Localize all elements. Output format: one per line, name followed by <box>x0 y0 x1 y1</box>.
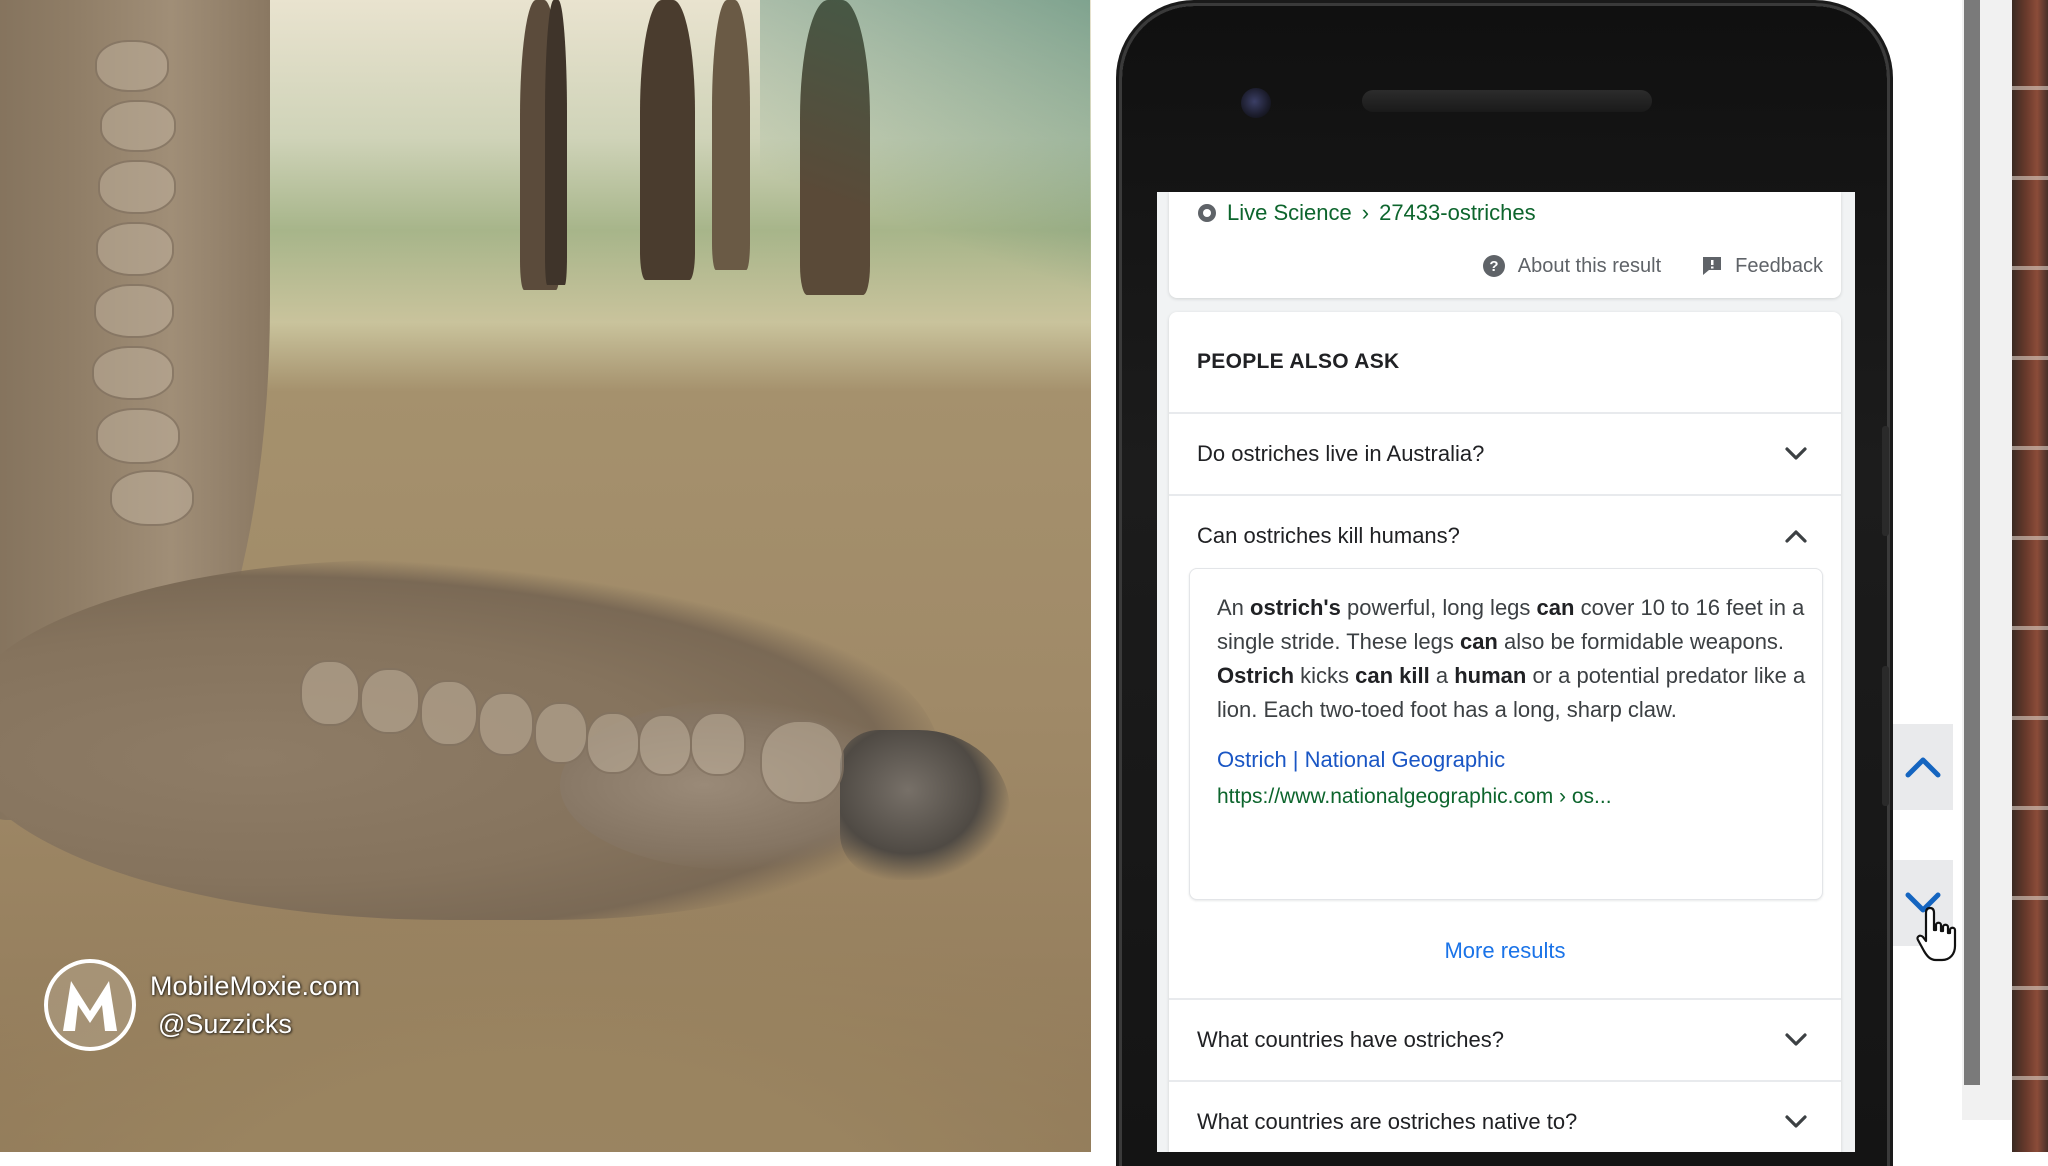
scroll-up-button[interactable] <box>1893 724 1953 810</box>
power-button <box>1882 426 1889 536</box>
chevron-down-icon <box>1785 1115 1807 1128</box>
question-row-australia[interactable]: Do ostriches live in Australia? <box>1169 414 1841 494</box>
answer-bold-term: can <box>1459 629 1498 654</box>
earpiece-speaker <box>1362 90 1652 112</box>
question-row-native-to[interactable]: What countries are ostriches native to? <box>1169 1082 1841 1152</box>
chevron-up-icon <box>1905 757 1941 778</box>
help-circle-icon: ? <box>1482 255 1505 277</box>
breadcrumb-separator: › <box>1361 200 1370 225</box>
question-text: What countries have ostriches? <box>1197 1027 1504 1052</box>
search-result-card: Live Science › 27433-ostriches ? About t… <box>1169 192 1841 298</box>
hand-pointer-icon <box>1916 906 1957 962</box>
front-camera-icon <box>1241 88 1271 118</box>
answer-panel: An ostrich's powerful, long legs can cov… <box>1189 568 1823 900</box>
more-results-link[interactable]: More results <box>1169 938 1841 964</box>
answer-bold-term: ostrich's <box>1250 595 1341 620</box>
answer-source-url[interactable]: https://www.nationalgeographic.com › os.… <box>1217 785 1612 809</box>
answer-bold-term: human <box>1454 663 1527 688</box>
chevron-up-icon <box>1785 530 1807 543</box>
people-also-ask-heading: PEOPLE ALSO ASK <box>1197 350 1400 373</box>
people-also-ask-card: PEOPLE ALSO ASK Do ostriches live in Aus… <box>1169 312 1841 1152</box>
answer-text-run: kicks <box>1294 663 1356 688</box>
answer-bold-term: Ostrich <box>1217 663 1295 688</box>
answer-text-run: An <box>1217 595 1251 620</box>
chevron-down-icon <box>1785 447 1807 460</box>
feedback-label: Feedback <box>1735 254 1823 277</box>
answer-text-run: also be formidable weapons. <box>1497 629 1785 654</box>
site-favicon-icon <box>1198 204 1216 222</box>
divider-strip <box>1091 0 1121 1152</box>
answer-text-run: a <box>1429 663 1455 688</box>
svg-text:?: ? <box>1489 258 1498 275</box>
ostrich-foot-photo: MobileMoxie.com @Suzzicks <box>0 0 1091 1152</box>
feedback-flag-icon <box>1703 257 1722 275</box>
feedback-button[interactable]: Feedback <box>1701 254 1823 278</box>
volume-button <box>1882 666 1889 806</box>
answer-bold-term: can <box>1536 595 1575 620</box>
source-site-name[interactable]: Live Science <box>1227 200 1352 226</box>
question-text: Do ostriches live in Australia? <box>1197 441 1485 466</box>
page-scrollbar-thumb[interactable] <box>1964 0 1980 1085</box>
brick-wall-background <box>2012 0 2048 1152</box>
question-row-kill-humans[interactable]: Can ostriches kill humans? <box>1169 496 1841 576</box>
answer-text-run: powerful, long legs <box>1340 595 1537 620</box>
result-breadcrumb[interactable]: Live Science › 27433-ostriches <box>1197 200 1536 226</box>
chevron-down-icon <box>1785 1033 1807 1046</box>
answer-source-title-link[interactable]: Ostrich | National Geographic <box>1217 747 1505 773</box>
watermark-handle: @Suzzicks <box>158 1009 292 1039</box>
m-circle-logo-icon <box>44 959 136 1051</box>
watermark: MobileMoxie.com @Suzzicks <box>44 950 360 1060</box>
answer-snippet: An ostrich's powerful, long legs can cov… <box>1217 591 1807 727</box>
question-text: What countries are ostriches native to? <box>1197 1109 1578 1134</box>
about-this-result-button[interactable]: ? About this result <box>1482 254 1661 278</box>
watermark-site: MobileMoxie.com <box>150 971 361 1001</box>
answer-bold-term: can kill <box>1355 663 1430 688</box>
phone-screen: Live Science › 27433-ostriches ? About t… <box>1157 192 1855 1152</box>
source-path[interactable]: 27433-ostriches <box>1379 200 1536 226</box>
question-row-countries-have[interactable]: What countries have ostriches? <box>1169 1000 1841 1080</box>
question-text: Can ostriches kill humans? <box>1197 523 1460 548</box>
about-this-result-label: About this result <box>1517 254 1662 277</box>
